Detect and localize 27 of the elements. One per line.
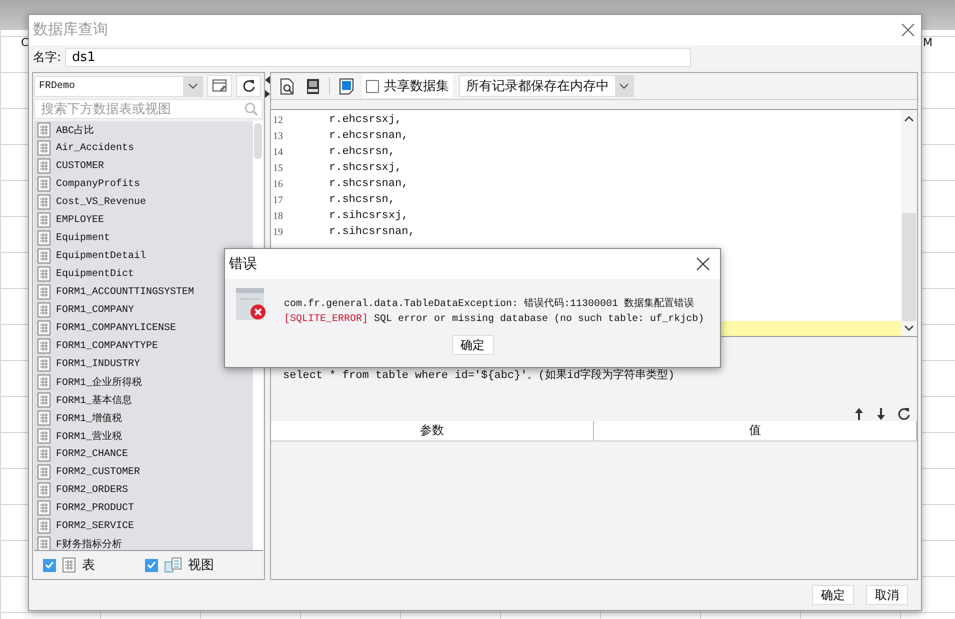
share-label: 共享数据集 (384, 78, 449, 96)
filter-label: 视图 (188, 557, 214, 574)
line-number: 19 (272, 226, 284, 238)
code-line: r.shcsrsxj, (328, 162, 402, 174)
column-header: M (923, 36, 932, 49)
column-header: C (21, 36, 29, 49)
window-title: 数据库查询 (33, 20, 108, 40)
name-label: 名字: (33, 48, 62, 66)
code-line: r.sihcsrsxj, (328, 210, 408, 222)
line-number: 13 (272, 130, 284, 142)
line-number: 14 (272, 146, 284, 158)
hint-text: select * from table where id='${abc}'。(如果id字段为字符串类型) (283, 368, 676, 384)
filter-label: 表 (82, 557, 95, 574)
line-number: 18 (272, 210, 284, 222)
code-line: r.shcsrsn, (328, 194, 396, 206)
code-line: r.shcsrsnan, (328, 178, 408, 190)
code-line: r.sihcsrsnan, (328, 226, 415, 238)
code-line: r.ehcsrsxj, (328, 114, 402, 126)
line-number: 12 (272, 114, 284, 126)
dialog-title: 错误 (229, 255, 257, 273)
line-number: 17 (272, 194, 284, 206)
error-message: com.fr.general.data.TableDataException: 错误代码:11300001 数据集配置错误 (284, 296, 696, 310)
code-line: r.ehcsrsnan, (328, 130, 408, 142)
line-number: 16 (272, 178, 284, 190)
code-line: r.ehcsrsn, (328, 146, 396, 158)
line-number: 15 (272, 162, 284, 174)
error-detail: [SQLITE_ERROR] SQL error or missing database (no such table: uf_rkjcb) (284, 314, 704, 325)
